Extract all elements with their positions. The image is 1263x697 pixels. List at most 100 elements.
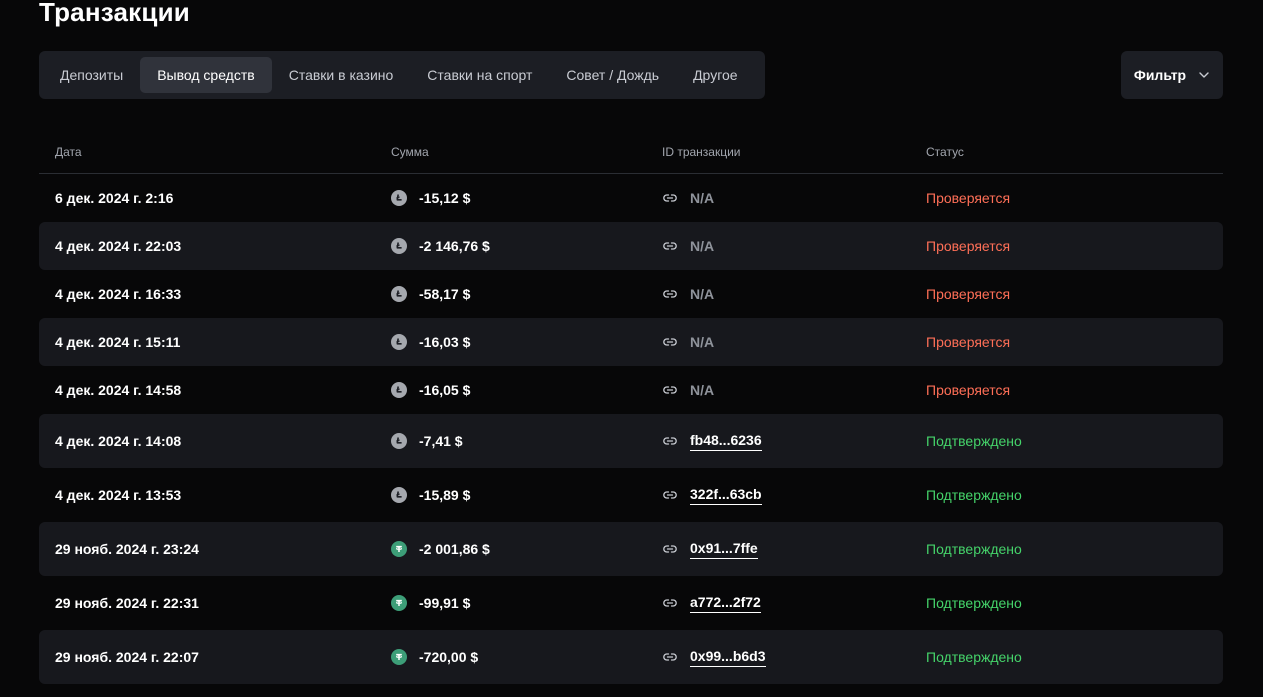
row-amount-cell: -720,00 $ [375, 649, 647, 665]
tether-icon [391, 541, 407, 557]
link-icon [662, 487, 678, 503]
status-badge: Проверяется [926, 238, 1011, 254]
tab-4[interactable]: Совет / Дождь [549, 57, 676, 93]
table-row: 4 дек. 2024 г. 22:03 -2 146,76 $ N/A Провер… [39, 222, 1223, 270]
litecoin-icon [391, 382, 407, 398]
status-badge: Подтверждено [926, 487, 1022, 503]
status-badge: Подтверждено [926, 595, 1022, 611]
row-date: 6 дек. 2024 г. 2:16 [55, 190, 174, 206]
row-amount-cell: -15,89 $ [375, 487, 647, 503]
row-txid: N/A [690, 238, 715, 254]
tab-1[interactable]: Вывод средств [140, 57, 272, 93]
row-txid[interactable]: a772...2f72 [690, 594, 761, 613]
litecoin-icon [391, 433, 407, 449]
table-row: 4 дек. 2024 г. 14:08 -7,41 $ fb48...6236 По… [39, 414, 1223, 468]
link-icon [662, 433, 678, 449]
row-date: 4 дек. 2024 г. 13:53 [55, 487, 182, 503]
row-txid-cell: N/A [647, 382, 911, 398]
transaction-type-tabs: Депозиты Вывод средств Ставки в казино Став… [39, 51, 765, 99]
row-txid-cell: N/A [647, 286, 911, 302]
status-badge: Подтверждено [926, 649, 1022, 665]
link-icon [662, 649, 678, 665]
table-row: 4 дек. 2024 г. 14:58 -16,05 $ N/A Проверяет… [39, 366, 1223, 414]
header-date: Дата [55, 144, 82, 159]
row-txid: N/A [690, 334, 715, 350]
row-amount: -2 001,86 $ [419, 541, 490, 557]
header-amount: Сумма [391, 144, 429, 159]
status-badge: Проверяется [926, 190, 1011, 206]
litecoin-icon [391, 487, 407, 503]
status-badge: Проверяется [926, 334, 1011, 350]
tether-icon [391, 649, 407, 665]
litecoin-icon [391, 238, 407, 254]
row-amount-cell: -2 001,86 $ [375, 541, 647, 557]
filter-button[interactable]: Фильтр [1121, 51, 1223, 99]
row-date: 4 дек. 2024 г. 14:58 [55, 382, 182, 398]
row-amount: -7,41 $ [419, 433, 463, 449]
table-body: 6 дек. 2024 г. 2:16 -15,12 $ N/A Проверяетс… [39, 174, 1223, 684]
row-txid-cell: N/A [647, 190, 911, 206]
litecoin-icon [391, 334, 407, 350]
row-amount: -16,03 $ [419, 334, 471, 350]
table-row: 4 дек. 2024 г. 13:53 -15,89 $ 322f...63cb П… [39, 468, 1223, 522]
row-amount: -720,00 $ [419, 649, 479, 665]
row-txid-cell: a772...2f72 [647, 594, 911, 613]
row-amount: -15,12 $ [419, 190, 471, 206]
status-badge: Проверяется [926, 382, 1011, 398]
table-row: 29 нояб. 2024 г. 22:31 -99,91 $ a772...2f7… [39, 576, 1223, 630]
table-row: 29 нояб. 2024 г. 22:07 -720,00 $ 0x99...b6… [39, 630, 1223, 684]
table-row: 29 нояб. 2024 г. 23:24 -2 001,86 $ 0x91...… [39, 522, 1223, 576]
link-icon [662, 238, 678, 254]
row-txid[interactable]: 0x99...b6d3 [690, 648, 766, 667]
litecoin-icon [391, 286, 407, 302]
link-icon [662, 190, 678, 206]
row-date: 4 дек. 2024 г. 14:08 [55, 433, 182, 449]
row-txid: N/A [690, 382, 715, 398]
row-amount-cell: -99,91 $ [375, 595, 647, 611]
litecoin-icon [391, 190, 407, 206]
row-amount-cell: -2 146,76 $ [375, 238, 647, 254]
transactions-table: Дата Сумма ID транзакции Статус 6 дек. 2… [39, 130, 1223, 684]
row-date: 29 нояб. 2024 г. 23:24 [55, 541, 199, 557]
row-amount-cell: -7,41 $ [375, 433, 647, 449]
page-title: Транзакции [39, 0, 190, 27]
row-txid: N/A [690, 190, 715, 206]
link-icon [662, 382, 678, 398]
row-txid[interactable]: 0x91...7ffe [690, 540, 758, 559]
row-amount-cell: -15,12 $ [375, 190, 647, 206]
table-row: 6 дек. 2024 г. 2:16 -15,12 $ N/A Проверяетс… [39, 174, 1223, 222]
header-status: Статус [926, 144, 964, 159]
link-icon [662, 334, 678, 350]
row-amount-cell: -16,03 $ [375, 334, 647, 350]
tab-5[interactable]: Другое [676, 57, 754, 93]
tab-2[interactable]: Ставки в казино [272, 57, 411, 93]
row-amount-cell: -58,17 $ [375, 286, 647, 302]
status-badge: Проверяется [926, 286, 1011, 302]
row-txid[interactable]: 322f...63cb [690, 486, 762, 505]
row-txid-cell: 0x91...7ffe [647, 540, 911, 559]
chevron-down-icon [1199, 72, 1209, 78]
row-txid[interactable]: fb48...6236 [690, 432, 762, 451]
link-icon [662, 541, 678, 557]
header-txid: ID транзакции [662, 144, 741, 159]
row-date: 29 нояб. 2024 г. 22:07 [55, 649, 199, 665]
row-txid-cell: N/A [647, 238, 911, 254]
row-date: 4 дек. 2024 г. 16:33 [55, 286, 182, 302]
row-amount: -99,91 $ [419, 595, 471, 611]
row-amount: -16,05 $ [419, 382, 471, 398]
row-date: 4 дек. 2024 г. 15:11 [55, 334, 181, 350]
tab-0[interactable]: Депозиты [43, 57, 140, 93]
row-amount-cell: -16,05 $ [375, 382, 647, 398]
row-txid-cell: N/A [647, 334, 911, 350]
table-header: Дата Сумма ID транзакции Статус [39, 130, 1223, 174]
row-amount: -58,17 $ [419, 286, 471, 302]
row-txid-cell: 0x99...b6d3 [647, 648, 911, 667]
tab-3[interactable]: Ставки на спорт [410, 57, 549, 93]
table-row: 4 дек. 2024 г. 16:33 -58,17 $ N/A Проверяет… [39, 270, 1223, 318]
link-icon [662, 595, 678, 611]
status-badge: Подтверждено [926, 541, 1022, 557]
row-txid-cell: 322f...63cb [647, 486, 911, 505]
table-row: 4 дек. 2024 г. 15:11 -16,03 $ N/A Проверяет… [39, 318, 1223, 366]
row-amount: -15,89 $ [419, 487, 471, 503]
row-date: 4 дек. 2024 г. 22:03 [55, 238, 182, 254]
